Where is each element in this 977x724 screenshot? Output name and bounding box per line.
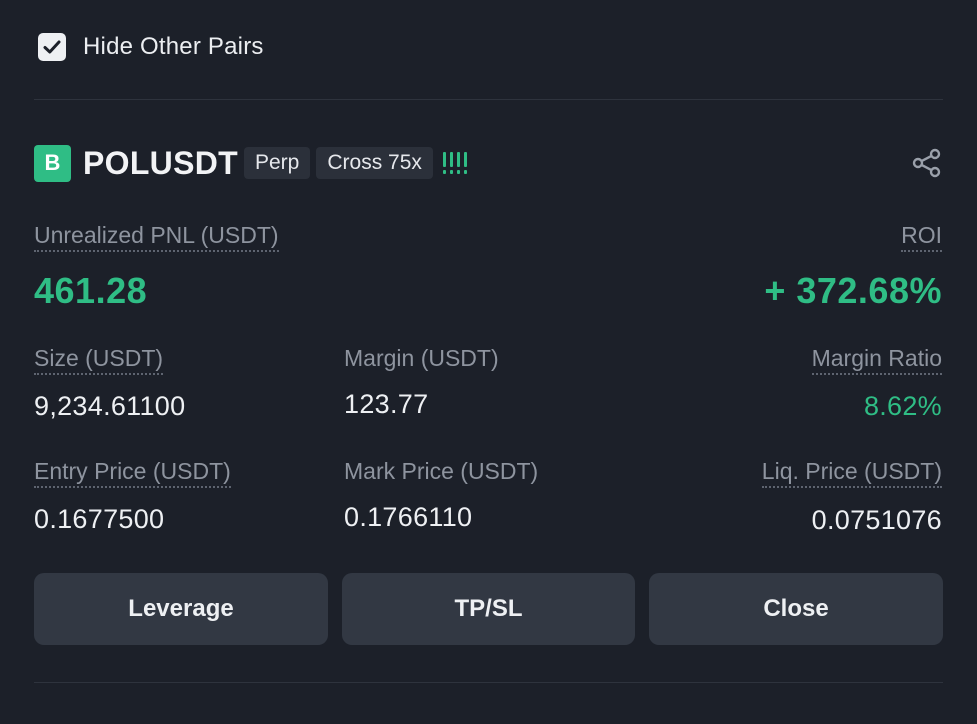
tpsl-button[interactable]: TP/SL: [342, 573, 635, 645]
leverage-button[interactable]: Leverage: [34, 573, 328, 645]
roi-value: + 372.68%: [764, 270, 942, 311]
unrealized-pnl-label-text: Unrealized PNL (USDT): [34, 222, 279, 252]
hide-other-pairs-checkbox[interactable]: [38, 33, 66, 61]
size-label-text: Size (USDT): [34, 345, 164, 375]
margin-label: Margin (USDT): [344, 345, 499, 371]
risk-indicator: [442, 152, 467, 174]
entry-price-label[interactable]: Entry Price (USDT): [34, 458, 231, 488]
roi-label[interactable]: ROI: [901, 222, 942, 252]
liq-price-value: 0.0751076: [811, 505, 942, 535]
close-button[interactable]: Close: [649, 573, 943, 645]
position-header: B POLUSDT Perp Cross 75x: [34, 144, 943, 182]
share-icon[interactable]: [911, 147, 943, 179]
checkmark-icon: [43, 40, 61, 54]
size-label[interactable]: Size (USDT): [34, 345, 164, 375]
risk-bar: [449, 152, 453, 174]
unrealized-pnl-value: 461.28: [34, 270, 148, 311]
size-value: 9,234.61100: [34, 391, 186, 421]
top-divider: [34, 99, 943, 100]
liq-price-label-text: Liq. Price (USDT): [761, 458, 942, 488]
risk-bar: [463, 152, 467, 174]
mark-price-label: Mark Price (USDT): [344, 458, 539, 484]
margin-ratio-label[interactable]: Margin Ratio: [811, 345, 942, 375]
contract-type-tag: Perp: [244, 147, 311, 179]
margin-mode-tag[interactable]: Cross 75x: [316, 147, 433, 179]
position-card-page: Hide Other Pairs B POLUSDT Perp Cross 75…: [0, 0, 977, 724]
margin-ratio-value: 8.62%: [863, 391, 942, 421]
bottom-divider: [34, 682, 943, 683]
entry-price-label-text: Entry Price (USDT): [34, 458, 231, 488]
symbol-name[interactable]: POLUSDT: [83, 145, 238, 182]
risk-bar: [456, 152, 460, 174]
roi-label-text: ROI: [901, 222, 942, 252]
side-badge: B: [34, 144, 71, 182]
unrealized-pnl-label[interactable]: Unrealized PNL (USDT): [34, 222, 279, 252]
entry-price-value: 0.1677500: [34, 504, 165, 534]
margin-value: 123.77: [344, 389, 429, 419]
margin-ratio-label-text: Margin Ratio: [811, 345, 942, 375]
risk-bar: [442, 152, 446, 174]
liq-price-label[interactable]: Liq. Price (USDT): [761, 458, 942, 488]
mark-price-value: 0.1766110: [344, 502, 473, 532]
hide-other-pairs-label: Hide Other Pairs: [83, 33, 264, 60]
hide-other-pairs-toggle[interactable]: Hide Other Pairs: [38, 33, 264, 61]
